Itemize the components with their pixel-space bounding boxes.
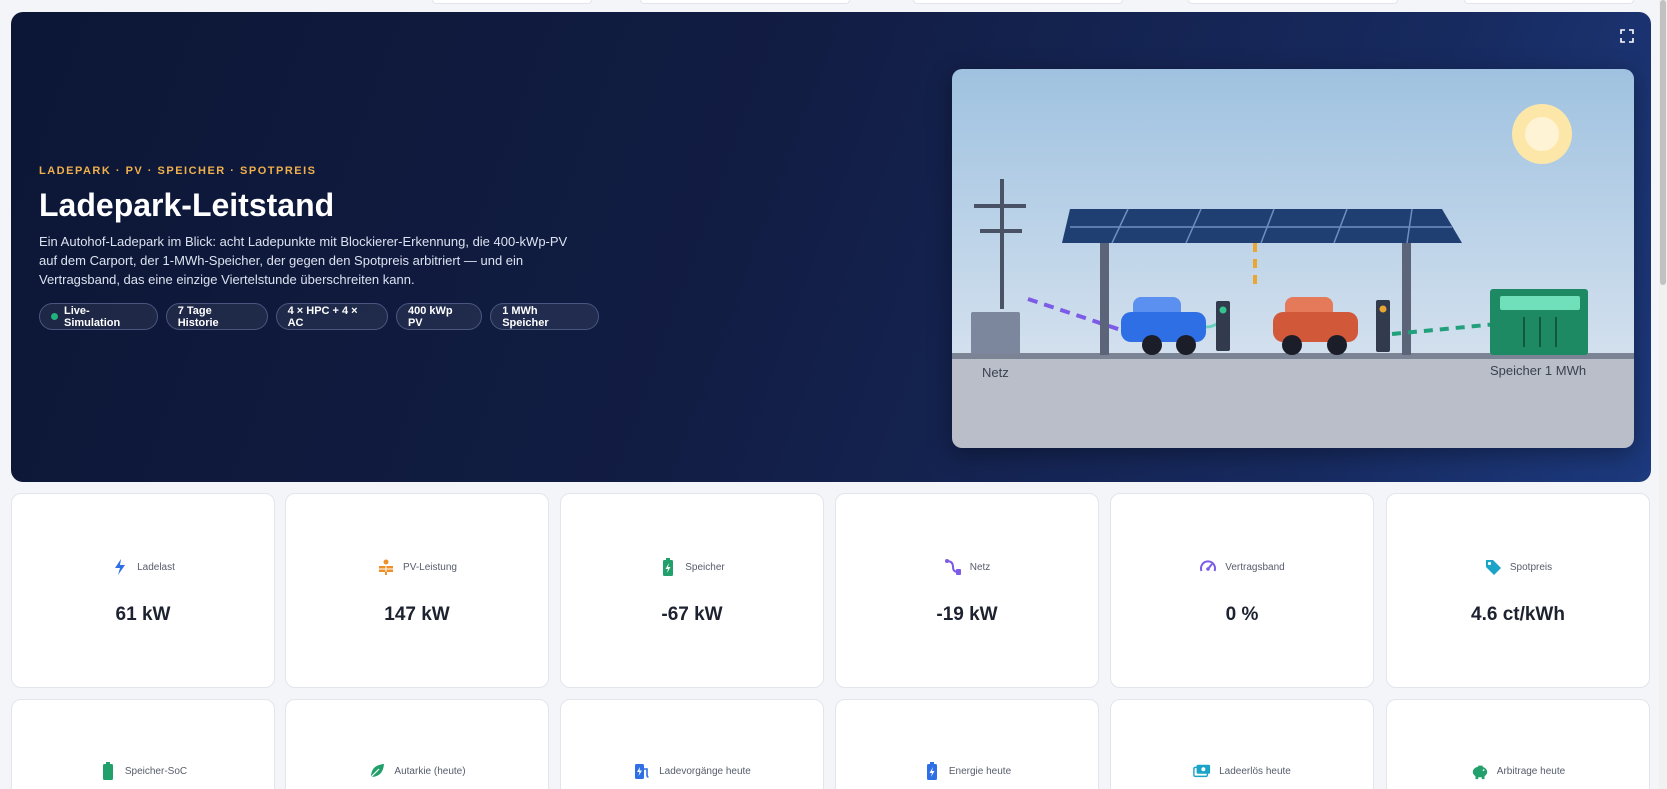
bolt-icon	[111, 558, 129, 576]
kpi-label: Spotpreis	[1509, 561, 1553, 573]
storage-container	[1490, 289, 1588, 355]
kpi-card-pv-leistung: PV-Leistung 147 kW	[285, 493, 549, 688]
grid-label: Netz	[982, 365, 1009, 380]
leaf-icon	[368, 762, 386, 780]
piggy-bank-icon	[1471, 762, 1489, 780]
chip-pv: 400 kWp PV	[395, 303, 483, 330]
charger-2	[1376, 300, 1390, 352]
kpi-value: 4.6 ct/kWh	[1471, 604, 1565, 625]
fullscreen-icon[interactable]	[1619, 28, 1635, 44]
chip-history: 7 Tage Historie	[165, 303, 268, 330]
top-tab-stub	[1464, 0, 1634, 4]
kpi-card-spotpreis: Spotpreis 4.6 ct/kWh	[1386, 493, 1650, 688]
price-tag-icon	[1484, 558, 1502, 576]
kpi-card-ladevorgaenge: Ladevorgänge heute	[560, 699, 824, 789]
kpi-value: 147 kW	[384, 604, 450, 625]
top-tab-stub	[1188, 0, 1398, 4]
kpi-card-arbitrage: Arbitrage heute	[1386, 699, 1650, 789]
sun-icon	[1512, 104, 1572, 164]
kpi-label: Vertragsband	[1225, 561, 1285, 573]
hero-text: LADEPARK · PV · SPEICHER · SPOTPREIS Lad…	[39, 165, 599, 330]
hero-chips: Live-Simulation 7 Tage Historie 4 × HPC …	[39, 303, 599, 330]
kpi-card-energie: Energie heute	[835, 699, 1099, 789]
kpi-label: Speicher	[685, 561, 725, 573]
solar-panel-icon	[377, 558, 395, 576]
chip-storage: 1 MWh Speicher	[490, 303, 599, 330]
top-tab-stub	[913, 0, 1123, 4]
kpi-card-ladeerloes: Ladeerlös heute	[1110, 699, 1374, 789]
charging-park-illustration: Netz Speicher 1 MWh	[952, 69, 1634, 448]
kpi-card-autarkie: Autarkie (heute)	[285, 699, 549, 789]
live-status-dot	[51, 313, 58, 320]
kpi-card-speicher-soc: Speicher-SoC	[11, 699, 275, 789]
hero-eyebrow: LADEPARK · PV · SPEICHER · SPOTPREIS	[39, 165, 317, 177]
chip-live-simulation: Live-Simulation	[39, 303, 158, 330]
storage-label: Speicher 1 MWh	[1490, 363, 1586, 378]
chip-chargers: 4 × HPC + 4 × AC	[275, 303, 388, 330]
scrollbar-thumb[interactable]	[1660, 0, 1666, 285]
kpi-label: Autarkie (heute)	[394, 765, 466, 777]
kpi-value: 61 kW	[115, 604, 171, 625]
kpi-label: Ladeerlös heute	[1219, 765, 1291, 777]
chip-label: 7 Tage Historie	[177, 304, 219, 329]
chip-label: 400 kWp PV	[407, 304, 453, 329]
grid-transformer	[971, 312, 1020, 354]
kpi-card-netz: Netz -19 kW	[835, 493, 1099, 688]
top-tab-stub	[432, 0, 592, 4]
kpi-card-vertragsband: Vertragsband 0 %	[1110, 493, 1374, 688]
gauge-icon	[1199, 558, 1217, 576]
kpi-label: Ladelast	[137, 561, 175, 573]
kpi-label: Speicher-SoC	[124, 765, 188, 777]
kpi-value: 0 %	[1225, 604, 1259, 625]
kpi-label: PV-Leistung	[403, 561, 457, 573]
scrollbar[interactable]	[1659, 0, 1667, 789]
battery-bolt-icon	[923, 762, 941, 780]
battery-charging-icon	[659, 558, 677, 576]
kpi-card-ladelast: Ladelast 61 kW	[11, 493, 275, 688]
plug-icon	[944, 558, 962, 576]
ev-station-icon	[633, 762, 651, 780]
chip-label: 1 MWh Speicher	[502, 304, 549, 329]
money-icon	[1193, 762, 1211, 780]
kpi-label: Arbitrage heute	[1496, 765, 1566, 777]
battery-full-icon	[99, 762, 117, 780]
hero-description: Ein Autohof-Ladepark im Blick: acht Lade…	[39, 234, 568, 287]
kpi-label: Netz	[969, 561, 991, 573]
kpi-value: -19 kW	[936, 604, 998, 625]
hero-banner: LADEPARK · PV · SPEICHER · SPOTPREIS Lad…	[11, 12, 1651, 482]
kpi-label: Energie heute	[948, 765, 1012, 777]
chip-label: Live-Simulation	[63, 304, 121, 329]
kpi-card-speicher: Speicher -67 kW	[560, 493, 824, 688]
page-title: Ladepark-Leitstand	[39, 187, 335, 223]
charger-1	[1216, 301, 1230, 351]
chip-label: 4 × HPC + 4 × AC	[287, 304, 358, 329]
kpi-label: Ladevorgänge heute	[659, 765, 751, 777]
top-tab-stub	[640, 0, 850, 4]
kpi-value: -67 kW	[661, 604, 723, 625]
